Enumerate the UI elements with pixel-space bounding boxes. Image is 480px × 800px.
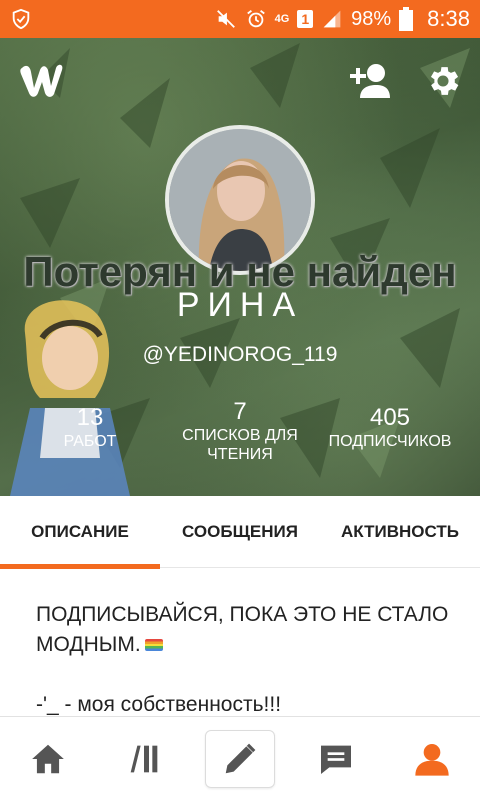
write-button-frame xyxy=(205,730,275,788)
home-icon xyxy=(32,744,64,774)
nav-write[interactable] xyxy=(192,717,288,800)
rainbow-flag-emoji xyxy=(144,639,163,652)
stat-followers[interactable]: 405 ПОДПИСЧИКОВ xyxy=(320,404,460,451)
tab-activity[interactable]: АКТИВНОСТЬ xyxy=(320,496,480,568)
description-line-text: МОДНЫМ. xyxy=(36,633,141,656)
profile-name: РИНА xyxy=(176,286,304,324)
tab-messages[interactable]: СООБЩЕНИЯ xyxy=(160,496,320,568)
profile-tabs: ОПИСАНИЕ СООБЩЕНИЯ АКТИВНОСТЬ xyxy=(0,496,480,568)
nav-library[interactable] xyxy=(96,717,192,800)
nav-messages[interactable] xyxy=(288,717,384,800)
signal-icon xyxy=(323,10,341,28)
messages-icon xyxy=(321,745,351,774)
stat-works-value: 13 xyxy=(76,404,104,431)
sim-badge: 1 xyxy=(297,10,314,28)
description-line: МОДНЫМ. xyxy=(36,630,456,660)
nav-profile[interactable] xyxy=(384,717,480,800)
profile-icon xyxy=(415,744,449,776)
tab-description[interactable]: ОПИСАНИЕ xyxy=(0,496,160,568)
description-line: ПОДПИСЫВАЙСЯ, ПОКА ЭТО НЕ СТАЛО xyxy=(36,603,449,626)
profile-description: ПОДПИСЫВАЙСЯ, ПОКА ЭТО НЕ СТАЛО МОДНЫМ. … xyxy=(36,600,456,720)
library-icon xyxy=(130,745,158,773)
write-icon xyxy=(225,743,256,774)
stat-reading-lists-value: 7 xyxy=(233,398,247,425)
profile-header: Потерян и не найден РИНА @YEDINOROG_119 … xyxy=(0,38,480,496)
add-user-icon[interactable] xyxy=(346,60,390,100)
alarm-icon xyxy=(246,10,265,28)
description-spacer xyxy=(36,660,456,690)
active-tab-indicator xyxy=(0,564,160,569)
battery-icon xyxy=(399,7,414,31)
gear-icon[interactable] xyxy=(424,62,462,100)
bottom-navigation xyxy=(0,716,480,800)
network-type-label: 4G xyxy=(274,12,290,25)
stat-reading-lists-label: СПИСКОВ ДЛЯ ЧТЕНИЯ xyxy=(182,427,298,463)
nav-home[interactable] xyxy=(0,717,96,800)
stat-reading-lists[interactable]: 7 СПИСКОВ ДЛЯ ЧТЕНИЯ xyxy=(165,398,315,464)
stat-works-label: РАБОТ xyxy=(63,433,117,450)
stat-works[interactable]: 13 РАБОТ xyxy=(40,404,140,451)
clock: 8:38 xyxy=(427,6,470,31)
wattpad-logo-icon[interactable] xyxy=(18,60,66,100)
stat-followers-label: ПОДПИСЧИКОВ xyxy=(328,433,452,450)
mute-icon xyxy=(216,10,235,28)
stat-followers-value: 405 xyxy=(369,404,411,431)
profile-username: @YEDINOROG_119 xyxy=(142,343,338,366)
shield-check-icon xyxy=(12,8,30,30)
battery-percent: 98% xyxy=(351,7,392,30)
status-bar: 4G 1 98% 8:38 xyxy=(0,0,480,38)
